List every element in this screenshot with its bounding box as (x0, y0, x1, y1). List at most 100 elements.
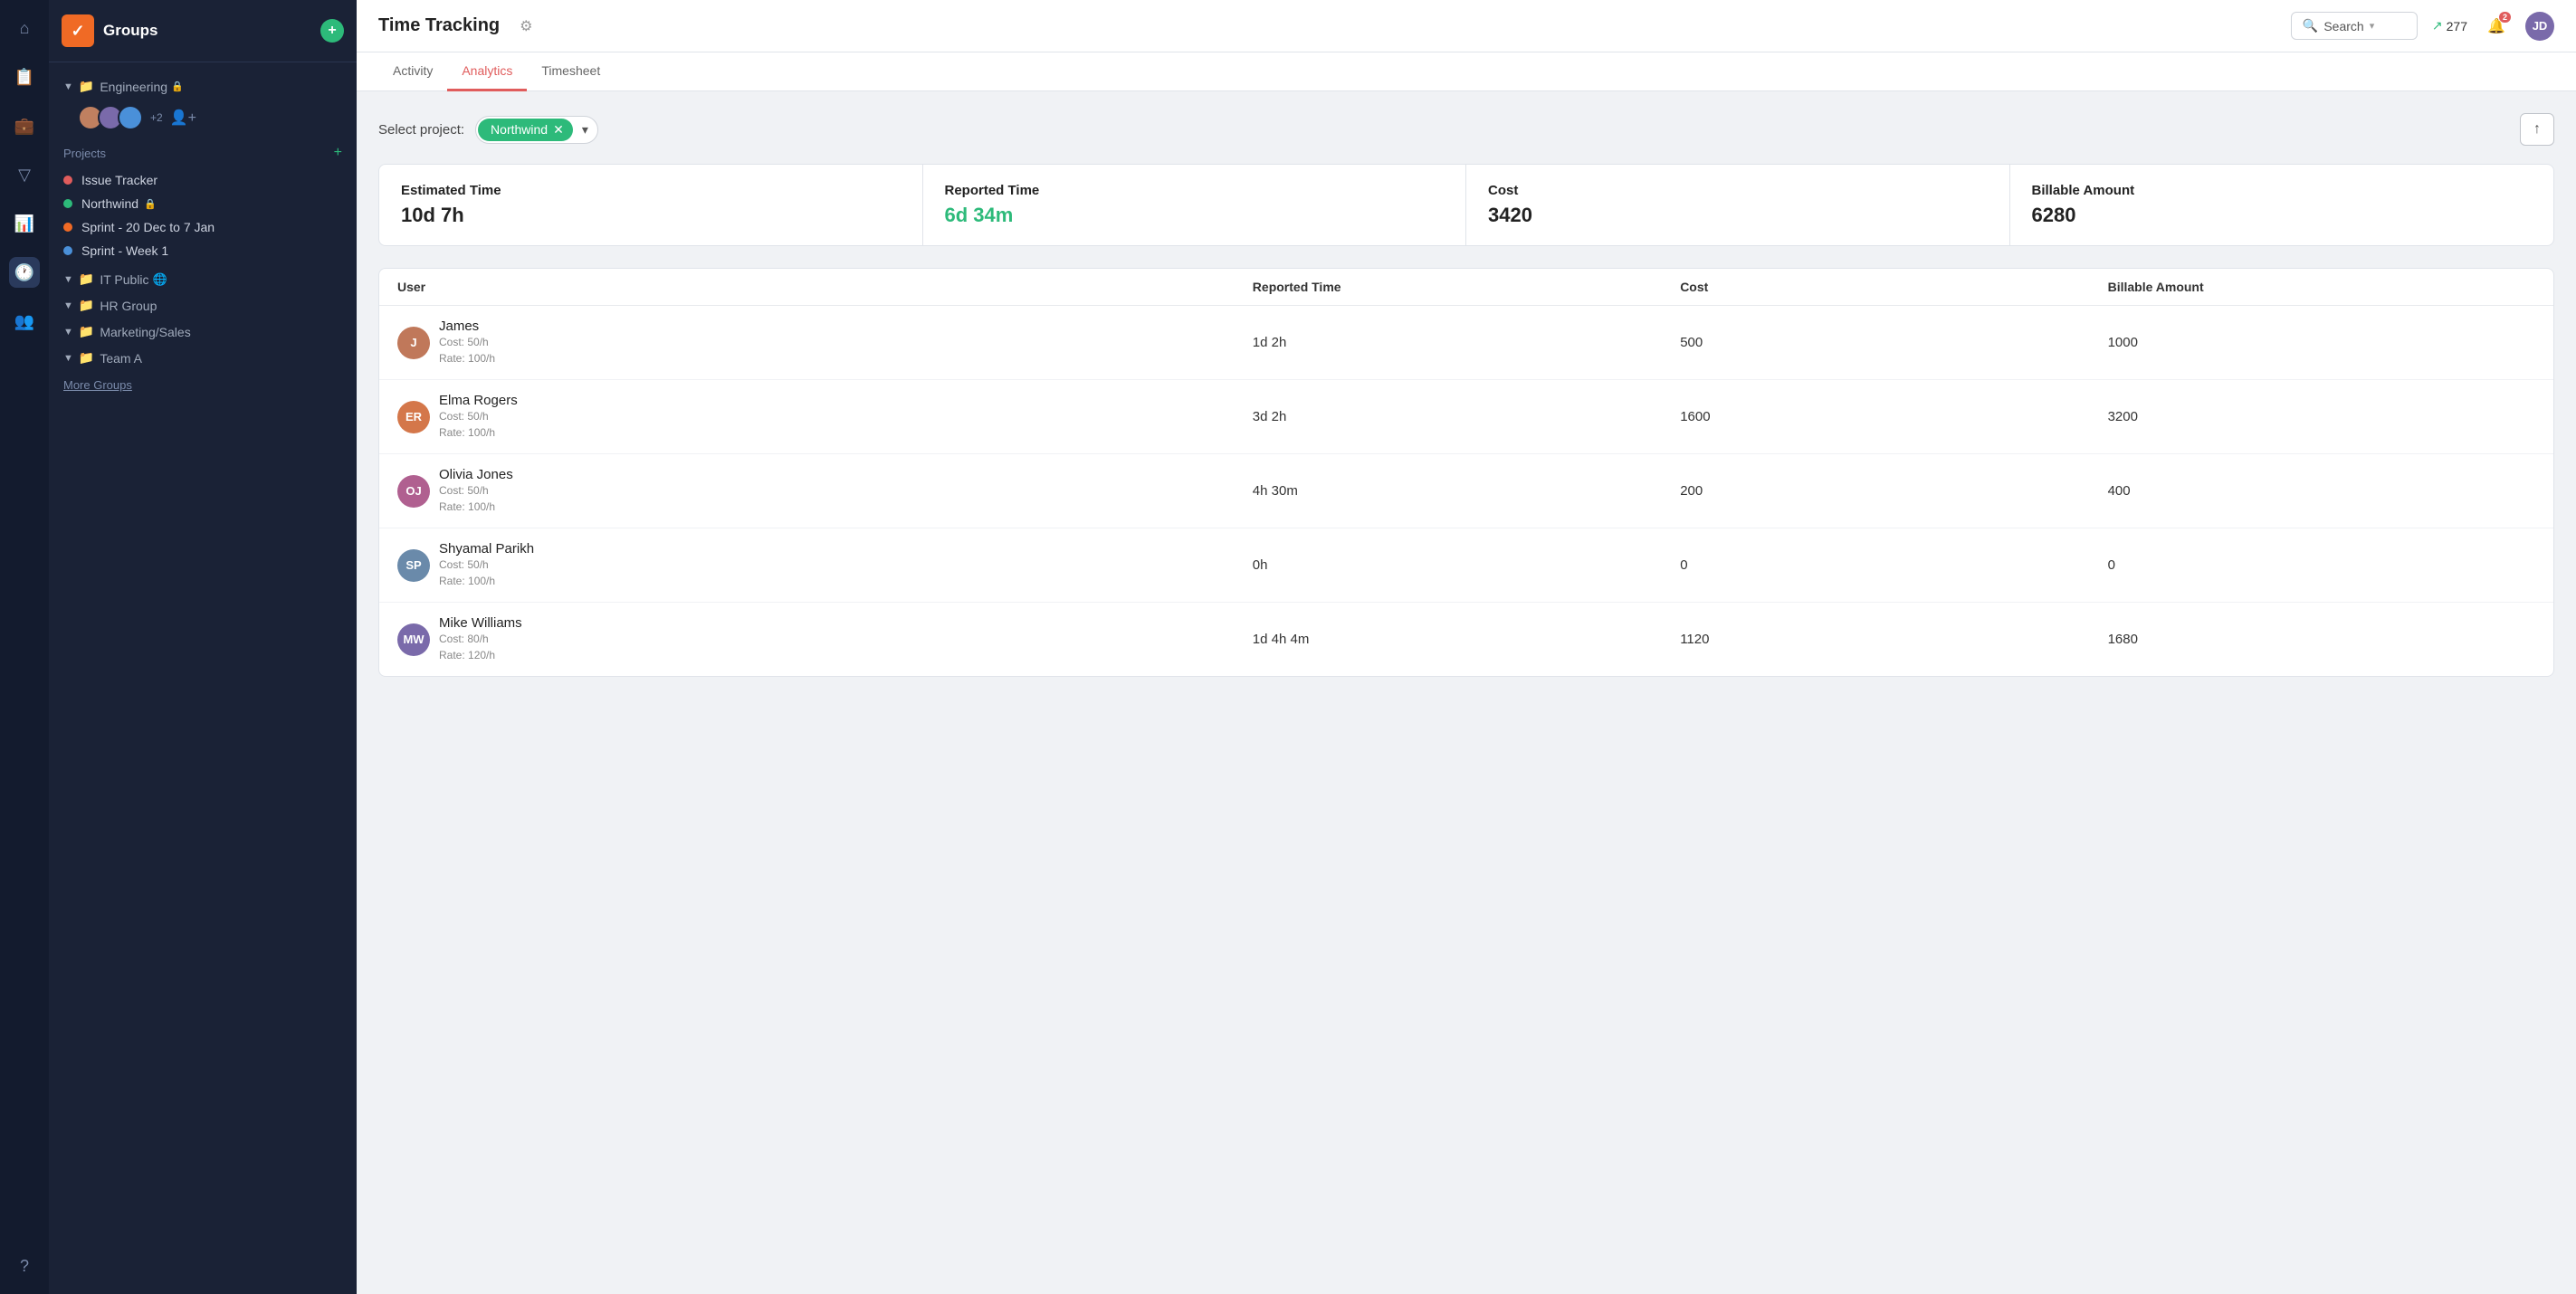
notifications-button[interactable]: 🔔 2 (2482, 12, 2511, 41)
user-info-james: James Cost: 50/h Rate: 100/h (439, 319, 495, 366)
user-name-james: James (439, 319, 495, 334)
col-reported-time: Reported Time (1253, 280, 1680, 294)
reported-time-mike: 1d 4h 4m (1253, 632, 1680, 647)
sprint-week1-dot (63, 246, 72, 255)
user-info-mike: Mike Williams Cost: 80/h Rate: 120/h (439, 615, 522, 663)
member-count: +2 (150, 111, 163, 124)
card-cost: Cost 3420 (1466, 165, 2010, 245)
sprint-week1-label: Sprint - Week 1 (81, 243, 168, 258)
billable-amount-value: 6280 (2032, 204, 2533, 227)
filter-icon[interactable]: ▽ (9, 159, 40, 190)
user-name-elma: Elma Rogers (439, 393, 518, 408)
summary-cards: Estimated Time 10d 7h Reported Time 6d 3… (378, 164, 2554, 246)
home-icon[interactable]: ⌂ (9, 13, 40, 43)
cost-olivia: 200 (1680, 483, 2107, 499)
project-tag-label: Northwind (491, 122, 548, 137)
briefcase-icon[interactable]: 💼 (9, 110, 40, 141)
sidebar-item-sprint-week1[interactable]: Sprint - Week 1 (63, 239, 342, 262)
add-member-button[interactable]: 👤+ (170, 109, 196, 127)
search-dropdown-icon: ▾ (2370, 20, 2375, 32)
user-rates-elma: Cost: 50/h Rate: 100/h (439, 408, 518, 441)
sprint-dec-label: Sprint - 20 Dec to 7 Jan (81, 220, 215, 234)
table-row: J James Cost: 50/h Rate: 100/h 1d 2h 500… (379, 306, 2553, 380)
issue-tracker-label: Issue Tracker (81, 173, 157, 187)
card-reported-time: Reported Time 6d 34m (923, 165, 1467, 245)
settings-icon[interactable]: ⚙ (520, 17, 532, 35)
tab-activity[interactable]: Activity (378, 52, 447, 91)
user-cell-shyamal: SP Shyamal Parikh Cost: 50/h Rate: 100/h (397, 541, 1253, 589)
avatar-james: J (397, 327, 430, 359)
group-it-public[interactable]: ▼ 📁 IT Public 🌐 (49, 266, 357, 292)
search-box[interactable]: 🔍 Search ▾ (2291, 12, 2418, 40)
topbar: Time Tracking ⚙ 🔍 Search ▾ ↗ 277 🔔 2 JD (357, 0, 2576, 52)
table-row: ER Elma Rogers Cost: 50/h Rate: 100/h 3d… (379, 380, 2553, 454)
team-a-arrow: ▼ (63, 353, 73, 364)
clock-icon[interactable]: 🕐 (9, 257, 40, 288)
export-button[interactable]: ↑ (2520, 113, 2554, 146)
clipboard-icon[interactable]: 📋 (9, 62, 40, 92)
trend-count: 277 (2447, 19, 2467, 33)
user-cell-olivia: OJ Olivia Jones Cost: 50/h Rate: 100/h (397, 467, 1253, 515)
issue-tracker-dot (63, 176, 72, 185)
billable-mike: 1680 (2108, 632, 2535, 647)
engineering-arrow: ▼ (63, 81, 73, 92)
billable-amount-label: Billable Amount (2032, 183, 2533, 198)
more-groups-link[interactable]: More Groups (49, 371, 357, 399)
add-group-button[interactable]: + (320, 19, 344, 43)
group-marketing[interactable]: ▼ 📁 Marketing/Sales (49, 319, 357, 345)
reported-time-james: 1d 2h (1253, 335, 1680, 350)
tab-analytics[interactable]: Analytics (447, 52, 527, 91)
billable-olivia: 400 (2108, 483, 2535, 499)
main-area: Time Tracking ⚙ 🔍 Search ▾ ↗ 277 🔔 2 JD … (357, 0, 2576, 1294)
filter-row: Select project: Northwind ✕ ▾ ↑ (378, 113, 2554, 146)
sidebar-item-sprint-dec[interactable]: Sprint - 20 Dec to 7 Jan (63, 215, 342, 239)
estimated-time-label: Estimated Time (401, 183, 901, 198)
search-label: Search (2323, 19, 2363, 33)
group-team-a[interactable]: ▼ 📁 Team A (49, 345, 357, 371)
notification-count: 2 (2499, 12, 2511, 23)
engineering-folder-icon: 📁 (79, 79, 94, 94)
project-tag-northwind[interactable]: Northwind ✕ (478, 119, 573, 141)
group-hr[interactable]: ▼ 📁 HR Group (49, 292, 357, 319)
user-name-olivia: Olivia Jones (439, 467, 513, 482)
table-row: SP Shyamal Parikh Cost: 50/h Rate: 100/h… (379, 528, 2553, 603)
group-engineering[interactable]: ▼ 📁 Engineering 🔒 (49, 71, 357, 101)
hr-folder-icon: 📁 (79, 298, 94, 313)
avatar-shyamal: SP (397, 549, 430, 582)
search-icon: 🔍 (2303, 18, 2318, 33)
reported-time-label: Reported Time (945, 183, 1445, 198)
sprint-dec-dot (63, 223, 72, 232)
projects-header: Projects + (63, 141, 342, 168)
globe-icon: 🌐 (153, 272, 167, 287)
user-info-shyamal: Shyamal Parikh Cost: 50/h Rate: 100/h (439, 541, 534, 589)
tabs-bar: Activity Analytics Timesheet (357, 52, 2576, 91)
chart-icon[interactable]: 📊 (9, 208, 40, 239)
sidebar-item-northwind[interactable]: Northwind 🔒 (63, 192, 342, 215)
team-a-folder-icon: 📁 (79, 350, 94, 366)
sidebar-item-issue-tracker[interactable]: Issue Tracker (63, 168, 342, 192)
users-icon[interactable]: 👥 (9, 306, 40, 337)
cost-label: Cost (1488, 183, 1988, 198)
col-cost: Cost (1680, 280, 2107, 294)
sidebar-content: ▼ 📁 Engineering 🔒 +2 👤+ Projects + Issue… (49, 62, 357, 408)
table-header: User Reported Time Cost Billable Amount (379, 269, 2553, 306)
icon-rail: ⌂ 📋 💼 ▽ 📊 🕐 👥 ? (0, 0, 49, 1294)
table-row: MW Mike Williams Cost: 80/h Rate: 120/h … (379, 603, 2553, 676)
tab-timesheet[interactable]: Timesheet (527, 52, 615, 91)
user-info-elma: Elma Rogers Cost: 50/h Rate: 100/h (439, 393, 518, 441)
user-avatar[interactable]: JD (2525, 12, 2554, 41)
add-project-button[interactable]: + (334, 145, 342, 161)
col-user: User (397, 280, 1253, 294)
help-icon[interactable]: ? (9, 1251, 40, 1281)
user-name-shyamal: Shyamal Parikh (439, 541, 534, 557)
remove-project-tag-button[interactable]: ✕ (553, 122, 564, 138)
sidebar-top: ✓ Groups + (49, 0, 357, 62)
project-dropdown-arrow[interactable]: ▾ (577, 119, 594, 141)
northwind-lock-icon: 🔒 (144, 198, 157, 210)
marketing-label: Marketing/Sales (100, 325, 190, 339)
reported-time-shyamal: 0h (1253, 557, 1680, 573)
engineering-members: +2 👤+ (49, 101, 357, 138)
sidebar: ✓ Groups + ▼ 📁 Engineering 🔒 +2 👤+ Proje… (49, 0, 357, 1294)
user-rates-james: Cost: 50/h Rate: 100/h (439, 334, 495, 366)
billable-james: 1000 (2108, 335, 2535, 350)
